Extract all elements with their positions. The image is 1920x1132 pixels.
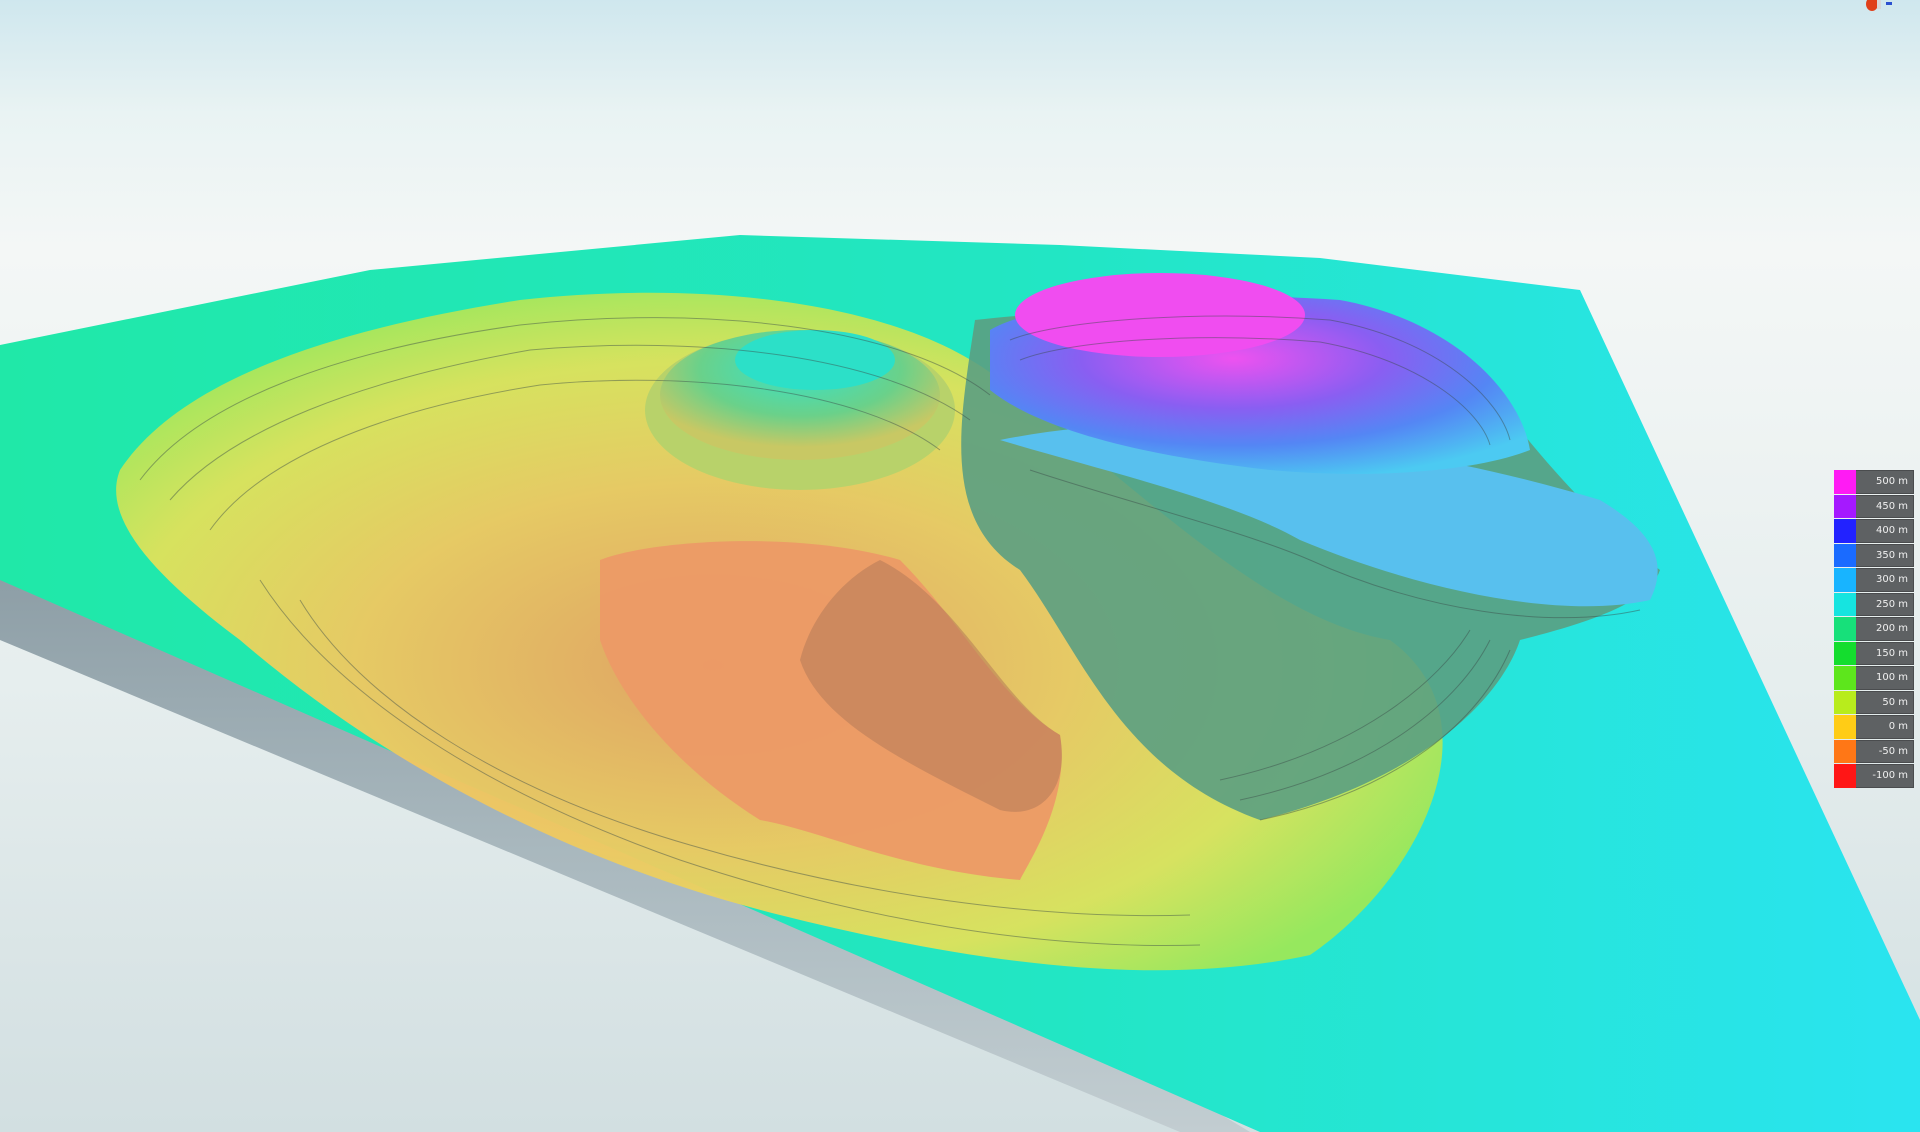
legend-label: 350 m <box>1875 549 1908 561</box>
legend-label: 300 m <box>1875 574 1908 586</box>
legend-swatch <box>1834 715 1856 739</box>
legend-item: -50 m <box>1834 739 1914 763</box>
legend-label: 0 m <box>1888 721 1908 733</box>
legend-swatch <box>1834 494 1856 518</box>
legend-item: 500 m <box>1834 470 1914 494</box>
legend-label: -50 m <box>1878 745 1908 757</box>
legend-label: 200 m <box>1875 623 1908 635</box>
plateau-summit <box>1015 273 1305 357</box>
legend-swatch <box>1834 543 1856 567</box>
elevation-legend: 500 m 450 m 400 m 350 m 300 m 250 m 200 m 150 m… <box>1834 470 1914 789</box>
legend-swatch <box>1834 666 1856 690</box>
legend-item: 450 m <box>1834 494 1914 518</box>
legend-swatch <box>1834 617 1856 641</box>
terrain-viewport[interactable]: 500 m 450 m 400 m 350 m 300 m 250 m 200 m 150 m… <box>0 0 1920 1132</box>
legend-item: 200 m <box>1834 617 1914 641</box>
legend-swatch <box>1834 470 1856 494</box>
legend-item: -100 m <box>1834 764 1914 788</box>
legend-item: 250 m <box>1834 592 1914 616</box>
legend-swatch <box>1834 568 1856 592</box>
legend-item: 50 m <box>1834 690 1914 714</box>
axis-gizmo-icon[interactable] <box>1860 0 1900 16</box>
legend-item: 400 m <box>1834 519 1914 543</box>
legend-item: 0 m <box>1834 715 1914 739</box>
legend-item: 350 m <box>1834 543 1914 567</box>
legend-label: 100 m <box>1875 672 1908 684</box>
legend-label: 50 m <box>1882 696 1908 708</box>
legend-swatch <box>1834 641 1856 665</box>
legend-label: 400 m <box>1875 525 1908 537</box>
legend-item: 100 m <box>1834 666 1914 690</box>
legend-item: 150 m <box>1834 641 1914 665</box>
legend-swatch <box>1834 739 1856 763</box>
legend-label: -100 m <box>1872 770 1908 782</box>
terrain-3d-view[interactable] <box>0 0 1920 1132</box>
legend-swatch <box>1834 519 1856 543</box>
legend-label: 450 m <box>1875 500 1908 512</box>
legend-label: 250 m <box>1875 598 1908 610</box>
legend-label: 500 m <box>1875 476 1908 488</box>
legend-label: 150 m <box>1875 647 1908 659</box>
small-hill-top <box>735 330 895 390</box>
legend-swatch <box>1834 690 1856 714</box>
legend-swatch <box>1834 764 1856 788</box>
legend-swatch <box>1834 592 1856 616</box>
legend-item: 300 m <box>1834 568 1914 592</box>
